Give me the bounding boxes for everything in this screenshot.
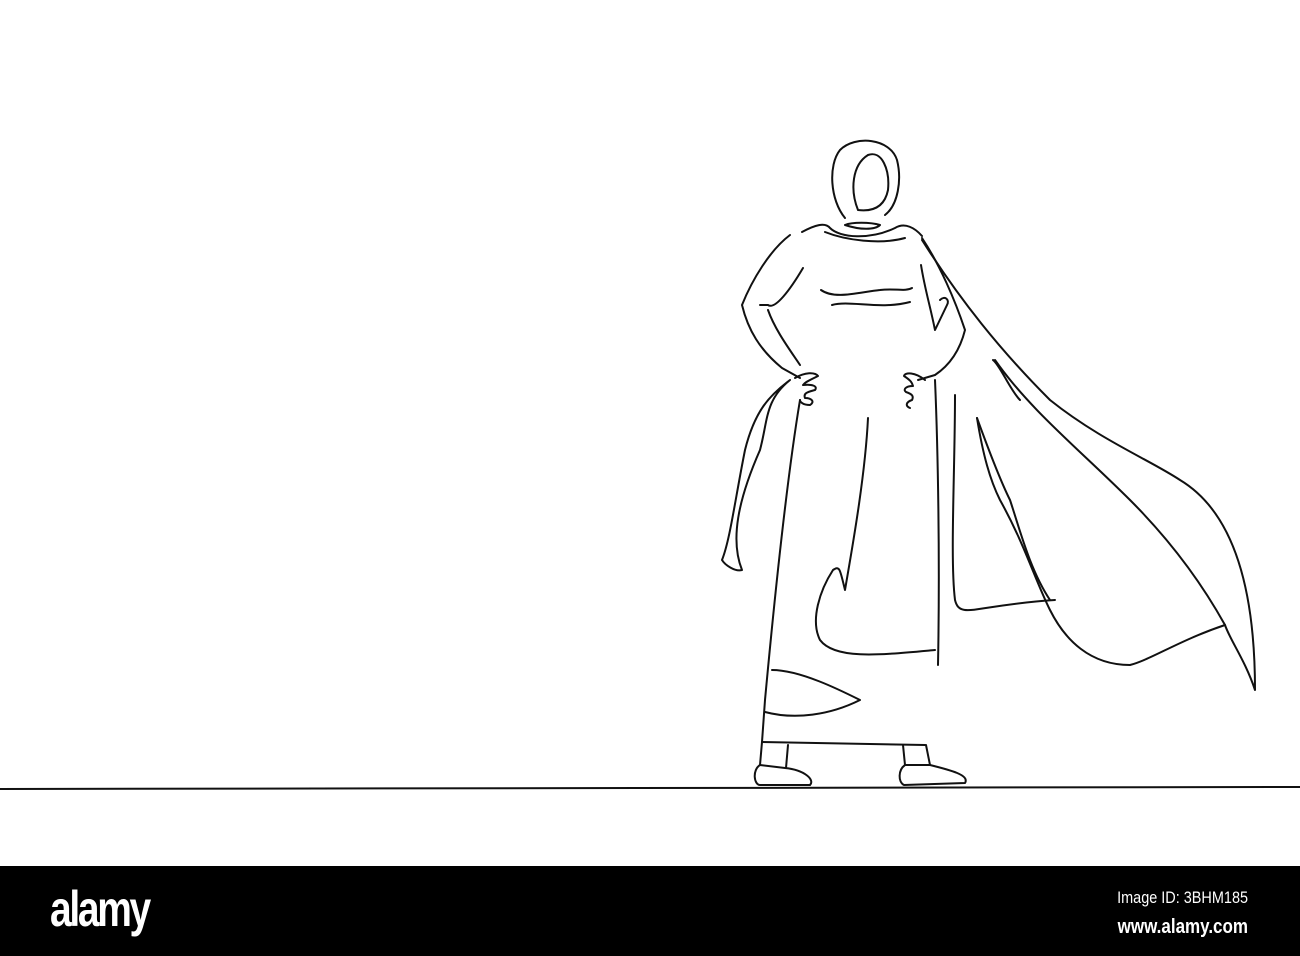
dress-center xyxy=(815,417,936,656)
cape-fold xyxy=(992,359,1021,401)
figure xyxy=(721,139,1256,786)
leg-left xyxy=(759,741,789,769)
dress-left xyxy=(761,399,801,743)
watermark-footer-bar: alamy Image ID: 3BHM185 www.alamy.com xyxy=(0,866,1300,956)
bust-line xyxy=(820,287,913,307)
boot-right xyxy=(898,764,967,786)
cape-right-inner xyxy=(951,359,1226,626)
cape-right-outer xyxy=(921,239,1256,691)
collar xyxy=(801,221,923,243)
leg-right xyxy=(902,744,931,766)
dress-right xyxy=(934,379,940,666)
image-id-label: Image ID: 3BHM185 xyxy=(1117,888,1248,907)
face-oval xyxy=(852,153,890,212)
ground-line xyxy=(0,786,1300,790)
inner-arm-left xyxy=(759,267,804,366)
hand-right xyxy=(903,372,926,409)
torso-right xyxy=(917,237,966,381)
image-meta: Image ID: 3BHM185 www.alamy.com xyxy=(1117,888,1248,939)
website-link[interactable]: www.alamy.com xyxy=(1117,916,1248,939)
alamy-logo: alamy xyxy=(50,881,151,937)
boot-left xyxy=(753,764,813,786)
line-art-superhero-woman-illustration xyxy=(0,139,1300,790)
dress-hem xyxy=(761,669,926,746)
cape-left xyxy=(721,379,791,572)
